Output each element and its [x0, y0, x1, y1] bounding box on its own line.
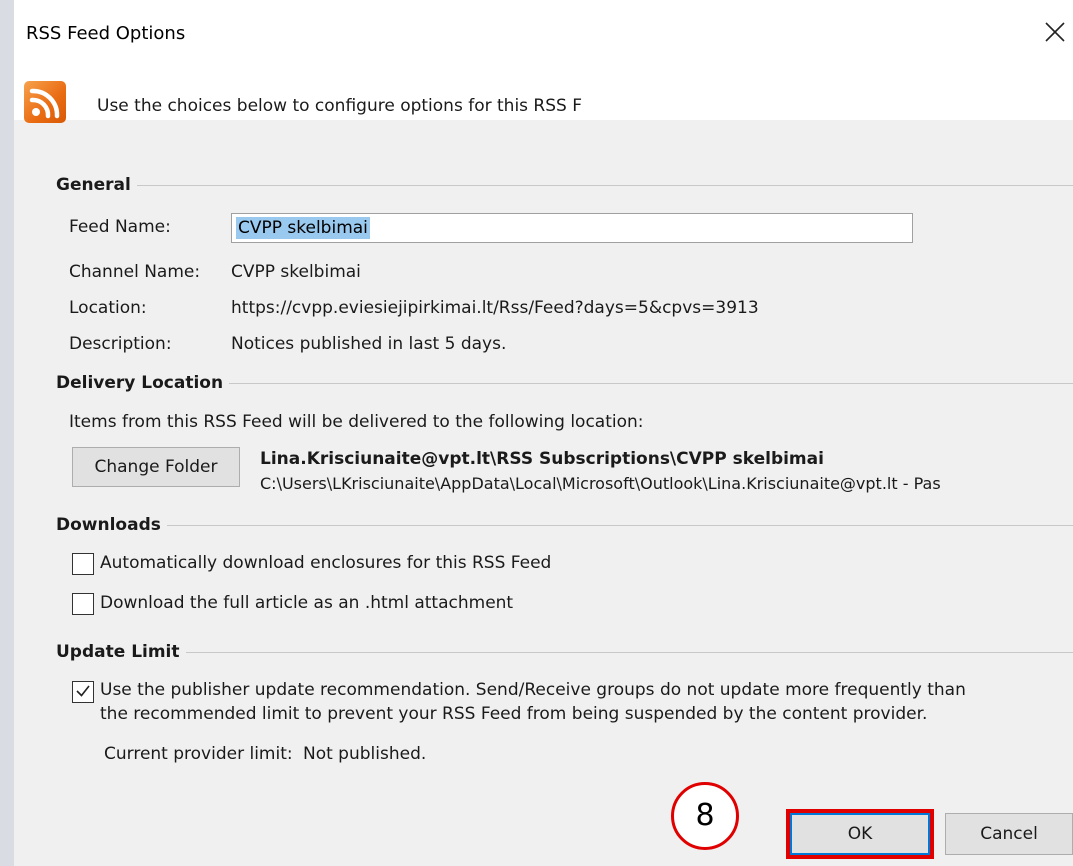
use-recommendation-line1[interactable]: Use the publisher update recommendation.… — [100, 680, 966, 700]
use-recommendation-checkbox[interactable] — [72, 681, 94, 703]
cancel-button[interactable]: Cancel — [945, 813, 1073, 855]
update-limit-divider — [184, 652, 1073, 653]
close-icon[interactable] — [1040, 17, 1070, 47]
feed-name-input[interactable]: CVPP skelbimai — [231, 213, 913, 243]
provider-limit-value: Not published. — [303, 744, 427, 764]
location-value: https://cvpp.eviesiejipirkimai.lt/Rss/Fe… — [231, 298, 759, 318]
auto-download-checkbox[interactable] — [72, 553, 94, 575]
downloads-divider — [164, 525, 1073, 526]
general-section-title: General — [56, 175, 137, 195]
channel-name-label: Channel Name: — [69, 262, 201, 282]
update-limit-section-title: Update Limit — [56, 642, 186, 662]
change-folder-button[interactable]: Change Folder — [72, 447, 240, 487]
delivery-intro: Items from this RSS Feed will be deliver… — [69, 412, 644, 432]
use-recommendation-line2: the recommended limit to prevent your RS… — [100, 704, 928, 724]
auto-download-label[interactable]: Automatically download enclosures for th… — [100, 553, 551, 573]
dialog-title: RSS Feed Options — [26, 23, 186, 44]
description-label: Description: — [69, 334, 172, 354]
ok-button[interactable]: OK — [786, 809, 934, 859]
delivery-divider — [224, 383, 1073, 384]
delivery-section-title: Delivery Location — [56, 373, 230, 393]
downloads-section-title: Downloads — [56, 515, 167, 535]
file-path: C:\Users\LKrisciunaite\AppData\Local\Mic… — [260, 474, 941, 493]
dialog-header: Use the choices below to configure optio… — [14, 75, 1073, 123]
title-bar: RSS Feed Options — [14, 0, 1073, 75]
location-label: Location: — [69, 298, 147, 318]
check-icon — [76, 685, 90, 697]
feed-name-value: CVPP skelbimai — [236, 217, 370, 239]
folder-path: Lina.Krisciunaite@vpt.lt\RSS Subscriptio… — [260, 449, 824, 469]
step-number-badge: 8 — [671, 782, 739, 850]
general-divider — [126, 185, 1073, 186]
header-description: Use the choices below to configure optio… — [97, 96, 582, 116]
description-value: Notices published in last 5 days. — [231, 334, 507, 354]
channel-name-value: CVPP skelbimai — [231, 262, 361, 282]
rss-feed-options-dialog: RSS Feed Options Use the choices below t… — [14, 0, 1073, 866]
provider-limit-label: Current provider limit: — [104, 744, 293, 764]
full-article-checkbox[interactable] — [72, 593, 94, 615]
feed-name-label: Feed Name: — [69, 217, 171, 237]
full-article-label[interactable]: Download the full article as an .html at… — [100, 593, 513, 613]
rss-icon — [24, 81, 66, 123]
